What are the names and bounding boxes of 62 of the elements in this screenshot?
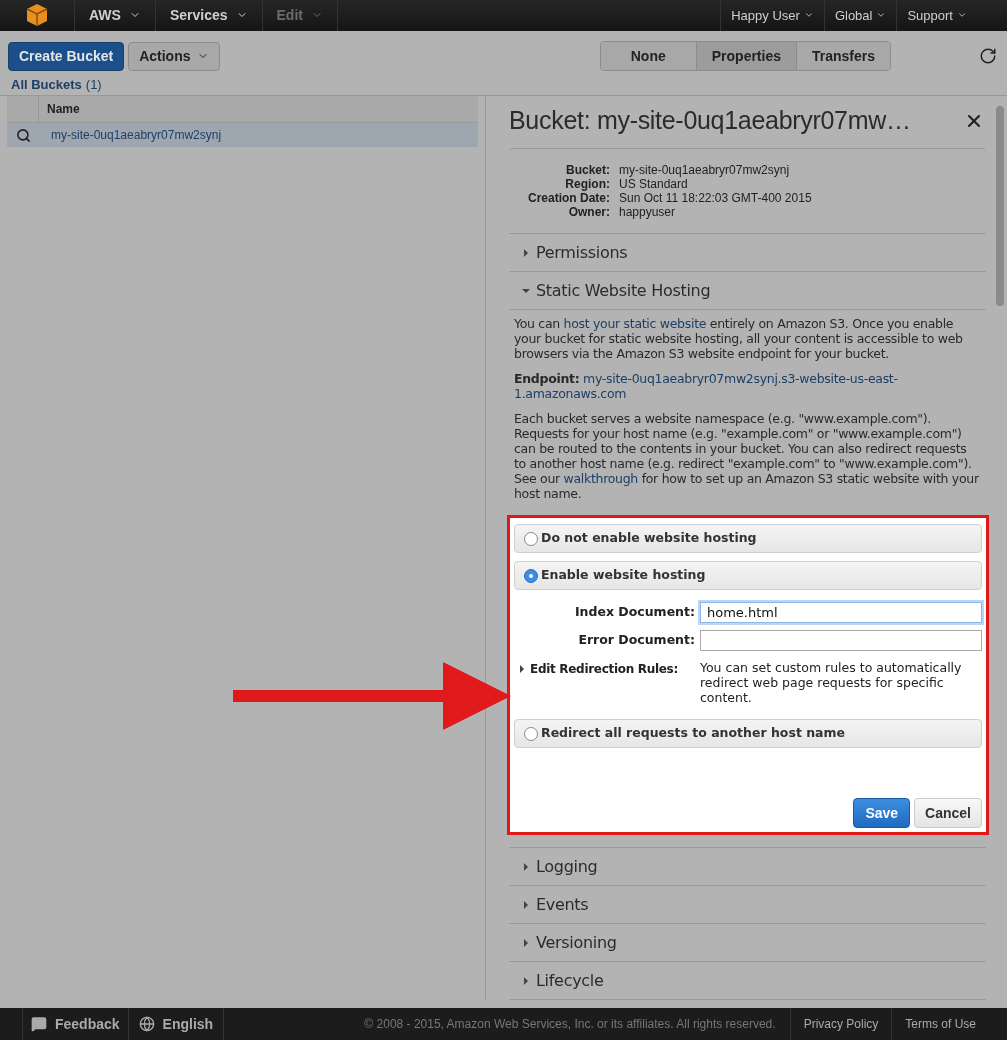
hosting-option[interactable]: Do not enable website hosting bbox=[514, 524, 982, 553]
radio-button[interactable] bbox=[524, 568, 538, 583]
save-button[interactable]: Save bbox=[853, 798, 911, 828]
nav-menu[interactable]: Services bbox=[155, 0, 263, 31]
footer-link[interactable]: Privacy Policy bbox=[789, 1008, 892, 1040]
section-header[interactable]: Versioning bbox=[536, 930, 617, 955]
document-field[interactable] bbox=[700, 629, 982, 651]
section-header[interactable]: Static Website Hosting bbox=[536, 278, 711, 303]
document-field[interactable]: home.html bbox=[700, 601, 982, 623]
redirection-rules-description: You can set custom rules to automatically redirect web page requests for specific content. bbox=[700, 659, 963, 705]
hosting-option[interactable]: Enable website hosting bbox=[514, 561, 982, 590]
bucket-name: my-site-0uq1aeabryr07mw2synj bbox=[50, 127, 223, 144]
bucket-icon bbox=[15, 127, 31, 143]
cancel-button[interactable]: Cancel bbox=[914, 798, 982, 828]
property-label: Owner: bbox=[567, 205, 610, 219]
property-label: Bucket: bbox=[565, 163, 610, 177]
nav-menu[interactable]: Happy User bbox=[720, 0, 824, 31]
option-label: Redirect all requests to another host name bbox=[541, 724, 846, 743]
hosting-description: You can host your static website entirely on Amazon S3. Once you enable your bucket for static website hosting, all your content is accessible to web browsers via the Amazon S3 website endpoint for your bucket. bbox=[513, 315, 964, 361]
radio-button[interactable] bbox=[524, 531, 538, 546]
view-tab[interactable]: Transfers bbox=[796, 42, 890, 71]
field-label: Index Document: bbox=[573, 602, 696, 621]
section-header[interactable]: Permissions bbox=[536, 240, 628, 265]
property-value: happyuser bbox=[619, 205, 677, 219]
globe-icon bbox=[138, 1016, 155, 1032]
language-button[interactable]: English bbox=[128, 1008, 225, 1040]
bucket-count: (1) bbox=[85, 76, 102, 95]
bucket-row[interactable]: my-site-0uq1aeabryr07mw2synj bbox=[7, 123, 478, 147]
nav-menu[interactable]: Global bbox=[823, 0, 897, 31]
property-label: Creation Date: bbox=[527, 191, 610, 205]
property-label: Region: bbox=[564, 177, 610, 191]
view-tab[interactable]: None bbox=[600, 42, 696, 71]
copyright-text: © 2008 - 2015, Amazon Web Services, Inc. or its affiliates. All rights reserved. bbox=[363, 1016, 777, 1033]
bucket-title: Bucket: my-site-0uq1aeabryr07mw… bbox=[509, 105, 912, 137]
section-header[interactable]: Events bbox=[536, 892, 589, 917]
footer-link[interactable]: Terms of Use bbox=[891, 1008, 989, 1040]
option-label: Do not enable website hosting bbox=[541, 529, 757, 548]
option-label: Enable website hosting bbox=[541, 566, 706, 585]
section-header[interactable]: Logging bbox=[536, 854, 598, 879]
redirection-rules-toggle[interactable]: Edit Redirection Rules: bbox=[530, 660, 678, 678]
nav-menu[interactable]: Support bbox=[896, 0, 977, 31]
column-header[interactable]: Name bbox=[39, 96, 88, 122]
refresh-icon[interactable] bbox=[979, 47, 997, 66]
speech-bubble-icon bbox=[31, 1016, 47, 1032]
field-label: Error Document: bbox=[577, 630, 696, 649]
all-buckets-link[interactable]: All Buckets bbox=[11, 75, 82, 95]
walkthrough-link[interactable]: walkthrough bbox=[563, 471, 638, 486]
host-website-link[interactable]: host your static website bbox=[563, 316, 707, 331]
hosting-option[interactable]: Redirect all requests to another host name bbox=[514, 719, 982, 748]
create-bucket-button[interactable]: Create Bucket bbox=[8, 41, 125, 71]
view-tab[interactable]: Properties bbox=[695, 42, 796, 71]
radio-button[interactable] bbox=[524, 726, 538, 741]
endpoint-text: Endpoint: my-site-0uq1aeabryr07mw2synj.s3-website-us-east-1.amazonaws.com bbox=[513, 370, 899, 401]
nav-menu[interactable]: AWS bbox=[75, 0, 156, 31]
section-header[interactable]: Lifecycle bbox=[536, 968, 604, 993]
property-value: my-site-0uq1aeabryr07mw2synj bbox=[619, 163, 791, 177]
property-value: Sun Oct 11 18:22:03 GMT-400 2015 bbox=[619, 191, 813, 205]
namespace-description: Each bucket serves a website namespace (e.g. "www.example.com"). Requests for your host name (e.g. "example.com" or "www.example.com") can be routed to the contents in your bucket. You can also redirect requests to another host name (e.g. redirect "example.com" to "www.example.com"). See our walkthrough for how to set up an Amazon S3 static website with your host name. bbox=[513, 410, 980, 501]
cube-logo-icon[interactable] bbox=[26, 3, 48, 28]
property-value: US Standard bbox=[619, 177, 689, 191]
feedback-button[interactable]: Feedback bbox=[22, 1008, 129, 1040]
actions-button[interactable]: Actions bbox=[128, 41, 220, 71]
